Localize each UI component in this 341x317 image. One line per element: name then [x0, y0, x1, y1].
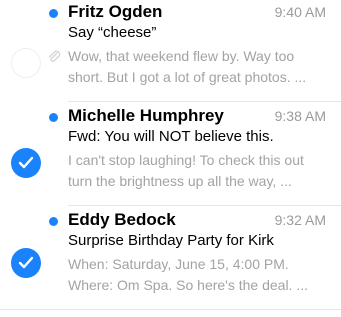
- mail-list-item[interactable]: Fritz Ogden 9:40 AM Say “cheese” Wow, th…: [0, 0, 341, 102]
- sender-name: Fritz Ogden: [68, 2, 163, 21]
- row-divider: [68, 205, 341, 206]
- message-subject: Say “cheese”: [68, 24, 157, 41]
- checkmark-icon: [18, 256, 34, 269]
- message-subject: Surprise Birthday Party for Kirk: [68, 232, 274, 249]
- attachment-icon: [46, 49, 62, 65]
- message-preview: I can't stop laughing! To check this out…: [68, 150, 330, 192]
- preview-line: When: Saturday, June 15, 4:00 PM.: [68, 256, 289, 272]
- unread-indicator: [49, 217, 58, 226]
- mail-list-item[interactable]: Eddy Bedock 9:32 AM Surprise Birthday Pa…: [0, 208, 341, 310]
- message-time: 9:32 AM: [274, 212, 326, 228]
- mail-list-item[interactable]: Michelle Humphrey 9:38 AM Fwd: You will …: [0, 104, 341, 206]
- selection-circle[interactable]: [11, 48, 41, 78]
- selection-checkbox-checked[interactable]: [11, 148, 41, 178]
- row-divider: [0, 309, 341, 310]
- preview-line: short. But I got a lot of great photos. …: [68, 69, 307, 85]
- preview-line: Wow, that weekend flew by. Way too: [68, 48, 295, 64]
- selection-checkbox-checked[interactable]: [11, 248, 41, 278]
- message-preview: When: Saturday, June 15, 4:00 PM. Where:…: [68, 254, 330, 296]
- row-divider: [68, 101, 341, 102]
- preview-line: Where: Om Spa. So here's the deal. ...: [68, 277, 309, 293]
- message-subject: Fwd: You will NOT believe this.: [68, 128, 274, 145]
- sender-name: Michelle Humphrey: [68, 106, 224, 125]
- message-time: 9:38 AM: [274, 108, 326, 124]
- unread-indicator: [49, 113, 58, 122]
- message-time: 9:40 AM: [274, 4, 326, 20]
- sender-name: Eddy Bedock: [68, 210, 176, 229]
- checkmark-icon: [18, 156, 34, 169]
- message-preview: Wow, that weekend flew by. Way too short…: [68, 46, 330, 88]
- unread-indicator: [49, 9, 58, 18]
- preview-line: turn the brightness up all the way, ...: [68, 173, 292, 189]
- preview-line: I can't stop laughing! To check this out: [68, 152, 304, 168]
